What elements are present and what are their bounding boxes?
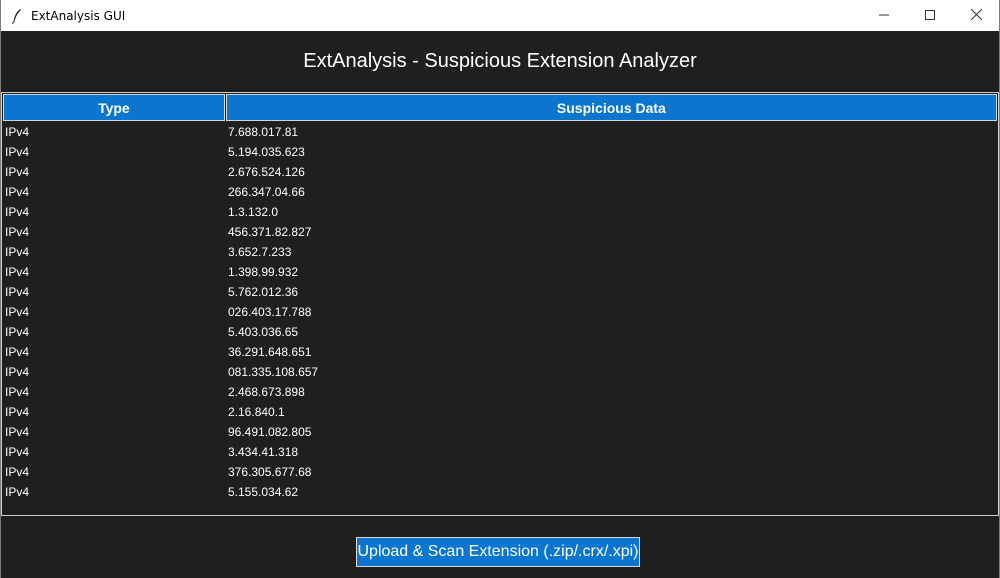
cell-suspicious-data: 5.194.035.623 <box>228 145 305 159</box>
cell-type: IPv4 <box>5 245 30 259</box>
table-body: IPv4 7.688.017.81 IPv4 5.194.035.623 IPv4 2.6… <box>2 122 998 502</box>
cell-type: IPv4 <box>5 205 30 219</box>
cell-type: IPv4 <box>5 225 30 239</box>
cell-type: IPv4 <box>5 305 30 319</box>
table-row[interactable]: IPv4 2.468.673.898 <box>2 382 998 402</box>
table-row[interactable]: IPv4 5.403.036.65 <box>2 322 998 342</box>
close-button[interactable] <box>953 0 999 31</box>
page-header: ExtAnalysis - Suspicious Extension Analy… <box>1 31 999 91</box>
close-icon <box>970 7 982 25</box>
cell-suspicious-data: 376.305.677.68 <box>228 465 312 479</box>
cell-type: IPv4 <box>5 405 30 419</box>
cell-type: IPv4 <box>5 125 30 139</box>
cell-suspicious-data: 5.403.036.65 <box>228 325 299 339</box>
results-table[interactable]: Type Suspicious Data IPv4 7.688.017.81 IPv… <box>1 92 999 516</box>
table-row[interactable]: IPv4 2.16.840.1 <box>2 402 998 422</box>
cell-type: IPv4 <box>5 345 30 359</box>
cell-suspicious-data: 026.403.17.788 <box>228 305 312 319</box>
minimize-icon <box>879 7 889 25</box>
cell-suspicious-data: 2.468.673.898 <box>228 385 305 399</box>
table-row[interactable]: IPv4 081.335.108.657 <box>2 362 998 382</box>
cell-suspicious-data: 5.155.034.62 <box>228 485 299 499</box>
table-row[interactable]: IPv4 3.434.41.318 <box>2 442 998 462</box>
cell-type: IPv4 <box>5 185 30 199</box>
table-row[interactable]: IPv4 3.652.7.233 <box>2 242 998 262</box>
column-header-suspicious-data[interactable]: Suspicious Data <box>225 94 997 121</box>
window-title: ExtAnalysis GUI <box>31 8 126 23</box>
cell-suspicious-data: 456.371.82.827 <box>228 225 312 239</box>
column-header-type[interactable]: Type <box>3 94 225 121</box>
app-window: ExtAnalysis GUI ExtAnalysis - Suspicious… <box>0 0 1000 578</box>
cell-type: IPv4 <box>5 365 30 379</box>
cell-type: IPv4 <box>5 385 30 399</box>
feather-icon <box>9 8 25 24</box>
table-row[interactable]: IPv4 36.291.648.651 <box>2 342 998 362</box>
title-bar[interactable]: ExtAnalysis GUI <box>1 0 999 31</box>
cell-suspicious-data: 36.291.648.651 <box>228 345 312 359</box>
cell-type: IPv4 <box>5 465 30 479</box>
maximize-icon <box>925 7 935 25</box>
table-row[interactable]: IPv4 026.403.17.788 <box>2 302 998 322</box>
cell-suspicious-data: 2.16.840.1 <box>228 405 285 419</box>
minimize-button[interactable] <box>861 0 907 31</box>
table-header: Type Suspicious Data <box>2 93 998 122</box>
cell-suspicious-data: 081.335.108.657 <box>228 365 319 379</box>
cell-type: IPv4 <box>5 445 30 459</box>
table-row[interactable]: IPv4 2.676.524.126 <box>2 162 998 182</box>
cell-suspicious-data: 96.491.082.805 <box>228 425 312 439</box>
table-row[interactable]: IPv4 376.305.677.68 <box>2 462 998 482</box>
window-controls <box>861 0 999 31</box>
cell-suspicious-data: 3.652.7.233 <box>228 245 292 259</box>
page-title: ExtAnalysis - Suspicious Extension Analy… <box>303 49 697 72</box>
table-row[interactable]: IPv4 266.347.04.66 <box>2 182 998 202</box>
table-row[interactable]: IPv4 7.688.017.81 <box>2 122 998 142</box>
table-row[interactable]: IPv4 5.155.034.62 <box>2 482 998 502</box>
table-row[interactable]: IPv4 1.3.132.0 <box>2 202 998 222</box>
cell-type: IPv4 <box>5 285 30 299</box>
cell-suspicious-data: 1.398.99.932 <box>228 265 299 279</box>
cell-suspicious-data: 7.688.017.81 <box>228 125 299 139</box>
table-row[interactable]: IPv4 1.398.99.932 <box>2 262 998 282</box>
cell-suspicious-data: 1.3.132.0 <box>228 205 279 219</box>
cell-type: IPv4 <box>5 145 30 159</box>
table-row[interactable]: IPv4 5.762.012.36 <box>2 282 998 302</box>
table-row[interactable]: IPv4 96.491.082.805 <box>2 422 998 442</box>
cell-type: IPv4 <box>5 265 30 279</box>
table-row[interactable]: IPv4 456.371.82.827 <box>2 222 998 242</box>
cell-type: IPv4 <box>5 485 30 499</box>
cell-suspicious-data: 3.434.41.318 <box>228 445 299 459</box>
cell-type: IPv4 <box>5 325 30 339</box>
cell-suspicious-data: 2.676.524.126 <box>228 165 305 179</box>
cell-suspicious-data: 266.347.04.66 <box>228 185 305 199</box>
table-row[interactable]: IPv4 5.194.035.623 <box>2 142 998 162</box>
upload-scan-button[interactable]: Upload & Scan Extension (.zip/.crx/.xpi) <box>356 537 640 567</box>
cell-suspicious-data: 5.762.012.36 <box>228 285 299 299</box>
maximize-button[interactable] <box>907 0 953 31</box>
cell-type: IPv4 <box>5 165 30 179</box>
cell-type: IPv4 <box>5 425 30 439</box>
